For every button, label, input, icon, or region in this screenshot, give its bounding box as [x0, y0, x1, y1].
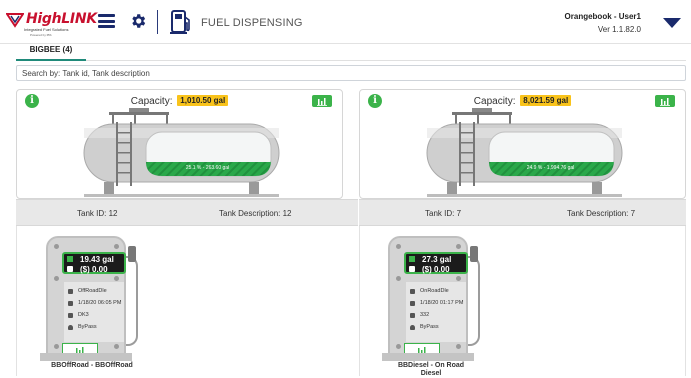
bar-chart-icon [660, 98, 670, 106]
pump-name: BBOffRoad - BBOffRoad [51, 362, 133, 369]
column-divider [359, 226, 360, 376]
pump-base [382, 353, 474, 361]
pump-name-line1: BBDiesel - On Road [397, 362, 465, 369]
dispense-datetime: 1/18/20 01:17 PM [420, 300, 464, 306]
menu-icon[interactable] [98, 14, 115, 28]
tab-bigbee[interactable]: BIGBEE (4) [16, 44, 86, 61]
app-version: Ver 1.1.82.0 [597, 25, 641, 34]
nozzle-icon [470, 246, 478, 262]
pump-name-line2: Diesel [420, 370, 442, 377]
fuel-drop-icon [410, 289, 415, 294]
pump-base [40, 353, 132, 361]
car-icon [68, 313, 73, 318]
fuel-pump-icon [170, 10, 190, 34]
fuel-type: OnRoadDle [420, 288, 449, 294]
fuel-level-icon [67, 256, 73, 262]
pump-display: 27.3 gal ($) 0.00 [404, 252, 468, 274]
driver-icon [410, 325, 415, 330]
dispensed-gallons: 19.43 gal [80, 255, 114, 264]
vehicle: 332 [420, 312, 430, 318]
fuel-drop-icon [68, 289, 73, 294]
tank-graphic [426, 108, 623, 197]
dispensed-amount: ($) 0.00 [80, 265, 108, 274]
tank-fill-label: 25.1 % - 263.60 gal [185, 165, 230, 171]
tank-description: Tank Description: 7 [567, 209, 636, 218]
capacity-badge: 8,021.59 gal [520, 95, 572, 106]
search-input[interactable] [16, 65, 686, 81]
logo-tagline: Integrated Fuel Solutions [24, 27, 69, 32]
dispensed-amount: ($) 0.00 [422, 265, 450, 274]
dispense-datetime: 1/18/20 06:05 PM [78, 300, 122, 306]
hose [468, 256, 480, 346]
caret-down-icon[interactable] [663, 18, 681, 28]
tank-info-bar: Tank ID: 7 Tank Description: 7 [359, 199, 686, 226]
site-tabs: BIGBEE (4) [16, 44, 686, 61]
user-name: Orangebook - User1 [564, 12, 641, 21]
cash-icon [409, 266, 415, 272]
bar-chart-icon [317, 98, 327, 106]
fuel-pump-card[interactable]: 19.43 gal ($) 0.00 OffRoadDle 1/18/20 06… [40, 236, 150, 364]
tank-fill-label: 24.9 % - 1,994.76 gal [526, 165, 575, 171]
tank-card: i Capacity: 8,021.59 gal 24.9 % - 1,994.… [359, 89, 686, 199]
fuel-type: OffRoadDle [78, 288, 107, 294]
pump-display: 19.43 gal ($) 0.00 [62, 252, 126, 274]
calendar-icon [410, 301, 415, 306]
tank-id: Tank ID: 12 [77, 209, 118, 218]
nozzle-icon [128, 246, 136, 262]
driver: ByPass [78, 324, 97, 330]
logo-powered-by: Powered by IBS [30, 33, 52, 37]
pump-details: OnRoadDle 1/18/20 01:17 PM 332 ByPass [406, 282, 466, 342]
driver: ByPass [420, 324, 439, 330]
pump-details: OffRoadDle 1/18/20 06:05 PM DK3 ByPass [64, 282, 124, 342]
hose [126, 256, 138, 346]
tank-chart-button[interactable] [312, 95, 332, 107]
fuel-pump-card[interactable]: 27.3 gal ($) 0.00 OnRoadDle 1/18/20 01:1… [382, 236, 492, 364]
tank-card: i Capacity: 1,010.50 gal 25.1 % - 263.60… [16, 89, 343, 199]
fuel-level-icon [409, 256, 415, 262]
tank-info-bar: Tank ID: 12 Tank Description: 12 [16, 199, 358, 226]
tank-chart-button[interactable] [655, 95, 675, 107]
driver-icon [68, 325, 73, 330]
dispensed-gallons: 27.3 gal [422, 255, 452, 264]
logo-text: HighLINK [26, 11, 97, 27]
cash-icon [67, 266, 73, 272]
tank-id: Tank ID: 7 [425, 209, 462, 218]
car-icon [410, 313, 415, 318]
highlink-logo[interactable]: HighLINK Integrated Fuel Solutions Power… [6, 8, 97, 38]
header-divider [157, 10, 158, 34]
capacity-badge: 1,010.50 gal [177, 95, 229, 106]
gear-icon[interactable] [129, 12, 147, 30]
page-title: FUEL DISPENSING [201, 17, 303, 29]
tank-description: Tank Description: 12 [219, 209, 292, 218]
vehicle: DK3 [78, 312, 89, 318]
calendar-icon [68, 301, 73, 306]
tank-graphic [83, 108, 280, 197]
app-header: HighLINK Integrated Fuel Solutions Power… [0, 0, 691, 44]
logo-icon [6, 13, 24, 28]
